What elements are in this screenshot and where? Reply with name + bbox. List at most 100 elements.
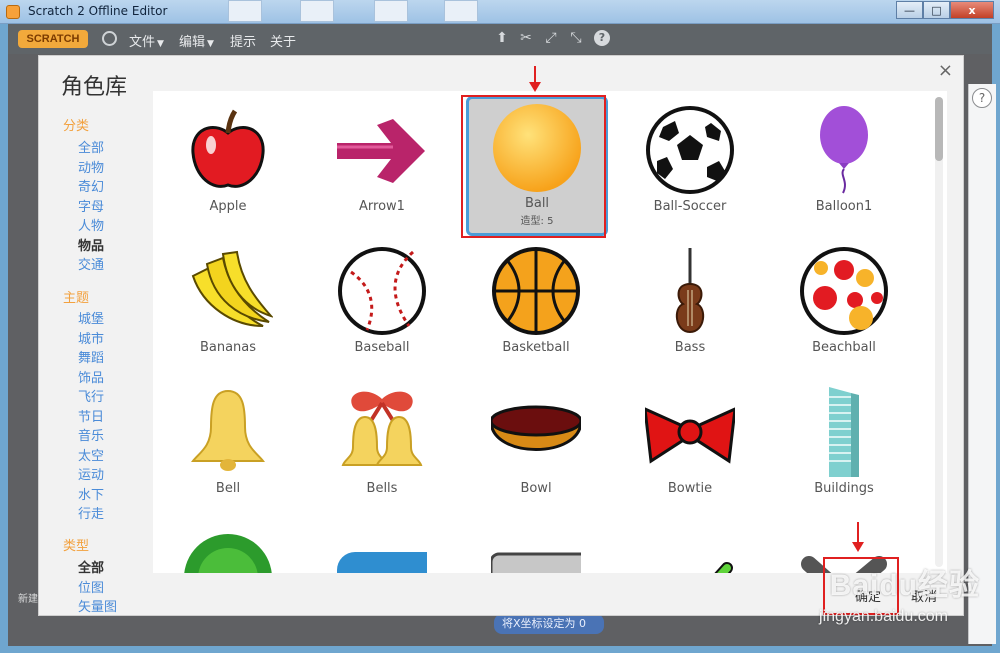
close-icon[interactable]: × [938,60,953,81]
sprite-name: Bowtie [667,481,713,496]
balloon-icon [820,106,868,194]
buildings-icon [829,387,859,477]
green-ball-icon [184,534,272,573]
menu-about[interactable]: 关于 [270,31,296,50]
shrink-icon[interactable]: ⤡ [568,30,584,46]
sprite-tile-bowl[interactable]: Bowl [465,381,607,521]
sprite-tile-partial[interactable] [619,522,761,573]
sprite-name: Bowl [520,481,552,496]
scrollbar-thumb[interactable] [935,97,943,161]
cut-icon[interactable]: ✂ [518,30,534,46]
annotation-arrow [529,66,541,92]
annotation-box [461,95,606,238]
sprite-tile-partial[interactable] [157,522,299,573]
sprite-tile-beachball[interactable]: Beachball [773,240,915,380]
sprite-tile-bananas[interactable]: Bananas [157,240,299,380]
menu-edit[interactable]: 编辑 ▼ [179,31,214,50]
sprite-tile-arrow1[interactable]: Arrow1 [311,99,453,239]
menu-tips[interactable]: 提示 [230,31,256,50]
theme-flying[interactable]: 飞行 [78,386,104,405]
theme-sports[interactable]: 运动 [78,464,104,483]
stamp-icon[interactable]: ⬆ [494,30,510,46]
taskbar-thumbnail[interactable] [374,0,408,22]
sprite-tile-apple[interactable]: Apple [157,99,299,239]
close-window-button[interactable]: x [950,1,994,19]
window-titlebar: Scratch 2 Offline Editor — □ x [0,0,1000,24]
sprite-name: Buildings [814,481,874,496]
sprite-name: Beachball [812,340,876,355]
sprite-tile-partial[interactable] [311,522,453,573]
sprite-tile-bell[interactable]: Bell [157,381,299,521]
maximize-button[interactable]: □ [923,1,950,19]
language-globe-icon[interactable] [102,31,117,46]
category-people[interactable]: 人物 [78,215,104,234]
taskbar-thumbnail[interactable] [444,0,478,22]
sprite-name: Apple [209,199,247,214]
theme-underwater[interactable]: 水下 [78,484,104,503]
sprite-name: Baseball [354,340,410,355]
theme-dance[interactable]: 舞蹈 [78,347,104,366]
sprite-tile-partial[interactable] [465,522,607,573]
window-title: Scratch 2 Offline Editor [28,4,168,18]
blue-block-icon [337,552,427,573]
watermark-url: jingyan.baidu.com [819,608,948,625]
new-sprite-label: 新建 [18,594,38,605]
scrollbar-track[interactable] [935,97,943,567]
sprite-name: Bell [215,481,241,496]
sprite-tile-ball-soccer[interactable]: Ball-Soccer [619,99,761,239]
theme-heading: 主题 [63,291,90,306]
category-letters[interactable]: 字母 [78,196,104,215]
sprite-name: Balloon1 [815,199,873,214]
category-transport[interactable]: 交通 [78,254,104,273]
sprite-tile-buildings[interactable]: Buildings [773,381,915,521]
sprite-tile-bowtie[interactable]: Bowtie [619,381,761,521]
sprite-name: Basketball [502,340,570,355]
theme-holiday[interactable]: 节日 [78,406,104,425]
bowl-icon [491,405,581,451]
menu-file[interactable]: 文件 ▼ [129,31,164,50]
bells-icon [341,391,423,466]
scratch-cat-icon [6,5,20,19]
type-heading: 类型 [63,539,90,554]
arrow-icon [337,119,425,183]
green-stick-icon [714,562,733,573]
sprite-tile-balloon1[interactable]: Balloon1 [773,99,915,239]
grow-icon[interactable]: ⤢ [543,30,559,46]
beachball-icon [800,247,888,335]
theme-dress-up[interactable]: 饰品 [78,367,104,386]
sprite-tile-bass[interactable]: Bass [619,240,761,380]
bass-icon [675,248,705,334]
sprite-name: Bananas [199,340,257,355]
soccer-ball-icon [646,106,734,194]
taskbar-thumbnail[interactable] [228,0,262,22]
theme-city[interactable]: 城市 [78,328,104,347]
type-all[interactable]: 全部 [78,557,104,576]
window-controls: — □ x [896,1,994,19]
category-fantasy[interactable]: 奇幻 [78,176,104,195]
theme-music[interactable]: 音乐 [78,425,104,444]
taskbar-thumbnail[interactable] [300,0,334,22]
basketball-icon [492,247,580,335]
theme-walking[interactable]: 行走 [78,503,104,522]
baseball-icon [338,247,426,335]
sprite-name: Arrow1 [359,199,405,214]
type-vector[interactable]: 矢量图 [78,596,117,615]
minimize-button[interactable]: — [896,1,923,19]
bananas-icon [191,250,273,327]
category-all[interactable]: 全部 [78,137,104,156]
category-things[interactable]: 物品 [78,235,104,254]
menubar: SCRATCH 文件 ▼ 编辑 ▼ 提示 关于 ⬆ ✂ ⤢ ⤡ ? [8,24,992,54]
sprite-tile-basketball[interactable]: Basketball [465,240,607,380]
type-bitmap[interactable]: 位图 [78,577,104,596]
apple-icon [191,109,265,188]
theme-castle[interactable]: 城堡 [78,308,104,327]
scratch-logo[interactable]: SCRATCH [18,30,88,48]
set-x-block[interactable]: 将X坐标设定为 0 [494,614,604,634]
sprite-tile-baseball[interactable]: Baseball [311,240,453,380]
theme-space[interactable]: 太空 [78,445,104,464]
sprite-tile-bells[interactable]: Bells [311,381,453,521]
help-icon[interactable]: ? [594,30,610,46]
watermark-logo: Baidu经验 [829,569,980,602]
category-animals[interactable]: 动物 [78,157,104,176]
help-icon[interactable]: ? [972,88,992,108]
